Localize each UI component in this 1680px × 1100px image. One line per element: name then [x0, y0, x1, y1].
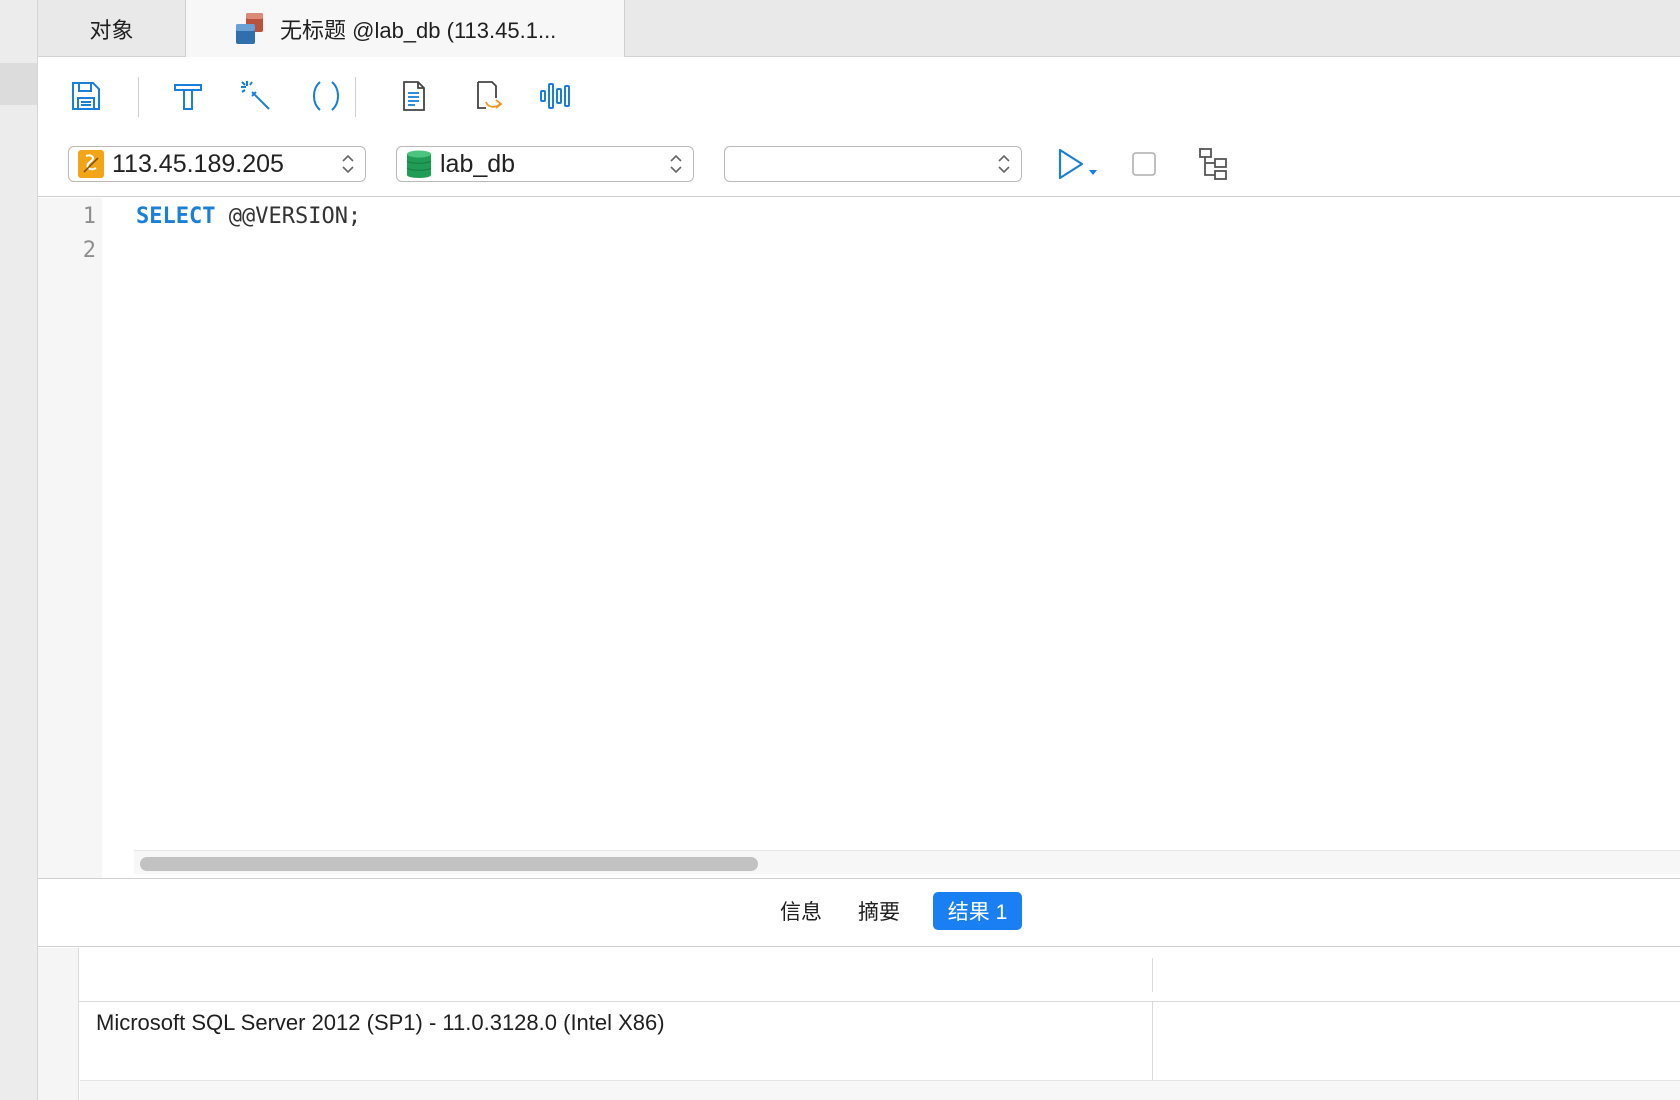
- stop-button[interactable]: [1124, 144, 1164, 184]
- tab-info-label: 信息: [780, 901, 822, 924]
- database-select[interactable]: lab_db: [396, 146, 694, 182]
- toolbar-separator: [138, 77, 139, 117]
- explain-plan-button[interactable]: [1195, 144, 1235, 184]
- scrollbar-thumb[interactable]: [140, 857, 758, 871]
- left-strip-selected-item[interactable]: [0, 63, 37, 105]
- tab-bar: 对象 无标题 @lab_db (113.45.1...: [38, 0, 1680, 58]
- tab-query[interactable]: 无标题 @lab_db (113.45.1...: [186, 0, 625, 58]
- sql-code: @@VERSION;: [215, 204, 362, 229]
- table-cell[interactable]: Microsoft SQL Server 2012 (SP1) - 11.0.3…: [96, 1010, 665, 1036]
- tab-result-1-label: 结果 1: [947, 901, 1008, 924]
- connection-select[interactable]: 113.45.189.205: [68, 146, 366, 182]
- sql-server-icon: [78, 150, 104, 178]
- tab-objects[interactable]: 对象: [38, 0, 186, 57]
- chevron-updown-icon: [670, 154, 682, 174]
- export-icon: [477, 81, 503, 109]
- tab-query-label: 无标题 @lab_db (113.45.1...: [280, 18, 557, 43]
- column-divider[interactable]: [1152, 958, 1153, 992]
- save-icon: [72, 82, 100, 110]
- table-row: [80, 1080, 1680, 1100]
- parentheses-icon: [313, 81, 339, 111]
- magic-wand-icon: [241, 81, 270, 110]
- left-sidebar-strip: [0, 0, 38, 1100]
- tab-objects-label: 对象: [89, 17, 134, 43]
- query-tab-icon: [234, 12, 268, 46]
- beautify-button[interactable]: [236, 76, 276, 116]
- line-number-gutter: 1 2: [38, 198, 102, 878]
- tree-structure-icon: [1199, 148, 1227, 180]
- parentheses-button[interactable]: [306, 76, 346, 116]
- result-tabs: 信息 摘要 结果 1: [38, 878, 1680, 947]
- format-button[interactable]: [168, 76, 208, 116]
- format-icon: [174, 84, 202, 110]
- chevron-updown-icon: [342, 154, 354, 174]
- toolbar-separator: [355, 77, 356, 117]
- line-number: 1: [82, 204, 96, 229]
- schema-select[interactable]: [724, 146, 1022, 182]
- connection-value: 113.45.189.205: [112, 149, 284, 178]
- sql-editor[interactable]: 1 2 SELECT @@VERSION;: [38, 198, 1680, 878]
- line-number: 2: [82, 238, 96, 263]
- chevron-updown-icon: [998, 154, 1010, 174]
- waveform-icon: [540, 83, 570, 109]
- horizontal-scrollbar[interactable]: [134, 850, 1680, 874]
- play-icon: [1058, 148, 1097, 180]
- explain-button[interactable]: [536, 76, 576, 116]
- export-button[interactable]: [468, 76, 508, 116]
- database-icon: [406, 150, 432, 178]
- app-window: 对象 无标题 @lab_db (113.45.1... 113.45.189.2…: [0, 0, 1680, 1100]
- tab-result-1[interactable]: 结果 1: [933, 892, 1022, 930]
- result-grid: Microsoft SQL Server 2012 (SP1) - 11.0.3…: [38, 948, 1680, 1100]
- code-line-1[interactable]: SELECT @@VERSION;: [136, 204, 361, 229]
- tab-info[interactable]: 信息: [772, 892, 830, 930]
- run-button[interactable]: [1050, 144, 1106, 184]
- save-button[interactable]: [66, 76, 106, 116]
- text-button[interactable]: [394, 76, 434, 116]
- document-icon: [403, 81, 425, 111]
- tab-summary-label: 摘要: [858, 901, 900, 924]
- stop-icon: [1132, 152, 1156, 176]
- database-value: lab_db: [440, 149, 516, 178]
- sql-keyword: SELECT: [136, 204, 216, 229]
- toolbar: 113.45.189.205 lab_db: [38, 57, 1680, 197]
- grid-header-row: [38, 948, 1680, 1002]
- row-header-column: [38, 948, 79, 1100]
- tab-summary[interactable]: 摘要: [848, 892, 910, 930]
